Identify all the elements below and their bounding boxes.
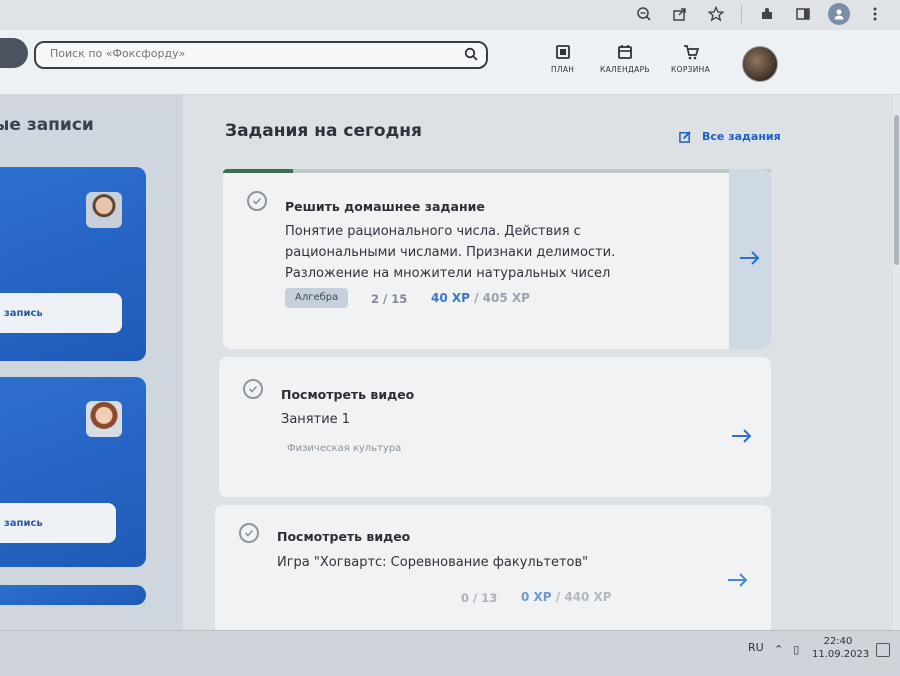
task-check-icon[interactable]: [247, 191, 267, 211]
task-progress-bar: [223, 169, 293, 173]
sidepanel-icon[interactable]: [792, 3, 814, 25]
zoom-icon[interactable]: [633, 3, 655, 25]
clock-time: 22:40: [823, 636, 853, 647]
arrow-right-icon[interactable]: [727, 573, 749, 587]
share-icon[interactable]: [669, 3, 691, 25]
task-card[interactable]: Посмотреть видео Игра "Хогвартс: Соревно…: [215, 505, 771, 635]
tray-icons: ⌃ ▯: [774, 643, 799, 656]
recording-button[interactable]: запись: [0, 293, 122, 333]
recordings-title: ые записи: [0, 115, 94, 135]
task-card[interactable]: Решить домашнее задание Понятие рационал…: [223, 169, 771, 349]
nav-calendar[interactable]: КАЛЕНДАРЬ: [600, 44, 650, 74]
os-taskbar: RU ⌃ ▯ 22:40 11.09.2023: [0, 630, 900, 676]
recording-button-label: запись: [4, 307, 43, 319]
arrow-right-icon[interactable]: [739, 251, 761, 265]
search-box[interactable]: [34, 41, 488, 69]
page-scrollbar[interactable]: [893, 95, 900, 630]
notifications-icon[interactable]: [876, 643, 890, 657]
task-description: Занятие 1: [281, 412, 351, 427]
calendar-icon: [618, 45, 632, 59]
nav-cart-label: КОРЗИНА: [671, 65, 711, 74]
all-tasks-label: Все задания: [702, 130, 781, 143]
teacher-avatar: [86, 401, 122, 437]
tray-chevron-icon[interactable]: ⌃: [774, 643, 783, 656]
xp-earned: 0 XP: [521, 590, 552, 604]
nav-plan[interactable]: ПЛАН: [551, 44, 574, 74]
browser-toolbar: [0, 0, 900, 31]
nav-calendar-label: КАЛЕНДАРЬ: [600, 65, 650, 74]
task-description: Понятие рационального числа. Действия с …: [285, 224, 616, 281]
task-title: Посмотреть видео: [281, 387, 415, 402]
back-button[interactable]: [0, 38, 28, 68]
scrollbar-thumb[interactable]: [894, 115, 899, 265]
recording-button-label: запись: [4, 517, 43, 529]
nav-cart[interactable]: КОРЗИНА: [671, 44, 710, 74]
profile-icon[interactable]: [828, 3, 850, 25]
task-title: Посмотреть видео: [277, 529, 411, 544]
xp-total: / 405 XP: [469, 291, 530, 305]
plan-icon: [555, 45, 570, 59]
menu-icon[interactable]: [864, 3, 886, 25]
toolbar-separator: [741, 5, 742, 23]
today-tasks-section: Задания на сегодня Все задания Решить до…: [183, 95, 895, 635]
extensions-icon[interactable]: [756, 3, 778, 25]
subject-badge: Алгебра: [285, 288, 349, 308]
recording-card[interactable]: [0, 585, 146, 605]
xp-total: / 440 XP: [551, 590, 612, 604]
cart-icon: [683, 45, 699, 60]
task-xp: 0 XP / 440 XP: [521, 590, 612, 604]
task-check-icon[interactable]: [239, 523, 259, 543]
task-check-icon[interactable]: [243, 379, 263, 399]
recording-card[interactable]: запись: [0, 167, 146, 361]
language-indicator[interactable]: RU: [748, 641, 764, 654]
browser-actions: [633, 3, 886, 25]
clipboard-icon[interactable]: ▯: [793, 643, 799, 656]
arrow-right-icon[interactable]: [731, 429, 753, 443]
star-icon[interactable]: [705, 3, 727, 25]
task-progress: 2 / 15: [371, 292, 408, 306]
search-input[interactable]: [48, 46, 452, 61]
edit-icon: [679, 131, 691, 143]
recording-button[interactable]: запись: [0, 503, 116, 543]
clock[interactable]: 22:40 11.09.2023: [812, 635, 870, 661]
task-xp: 40 XP / 405 XP: [431, 291, 530, 305]
task-progress-track: [293, 169, 771, 173]
task-description: Игра "Хогвартс: Соревнование факультетов…: [277, 555, 589, 570]
search-icon[interactable]: [464, 47, 478, 61]
page-title: Задания на сегодня: [225, 121, 422, 141]
subject-badge: Физическая культура: [287, 443, 402, 454]
teacher-avatar: [86, 192, 122, 228]
recordings-panel: ые записи запись запись: [0, 95, 183, 635]
task-title: Решить домашнее задание: [285, 199, 485, 214]
recording-card[interactable]: запись: [0, 377, 146, 567]
nav-plan-label: ПЛАН: [551, 65, 575, 74]
user-avatar[interactable]: [742, 46, 778, 82]
task-card[interactable]: Посмотреть видео Занятие 1 Физическая ку…: [219, 357, 771, 497]
clock-date: 11.09.2023: [812, 649, 870, 660]
all-tasks-link[interactable]: Все задания: [679, 130, 781, 143]
task-progress: 0 / 13: [461, 591, 498, 605]
xp-earned: 40 XP: [431, 291, 470, 305]
